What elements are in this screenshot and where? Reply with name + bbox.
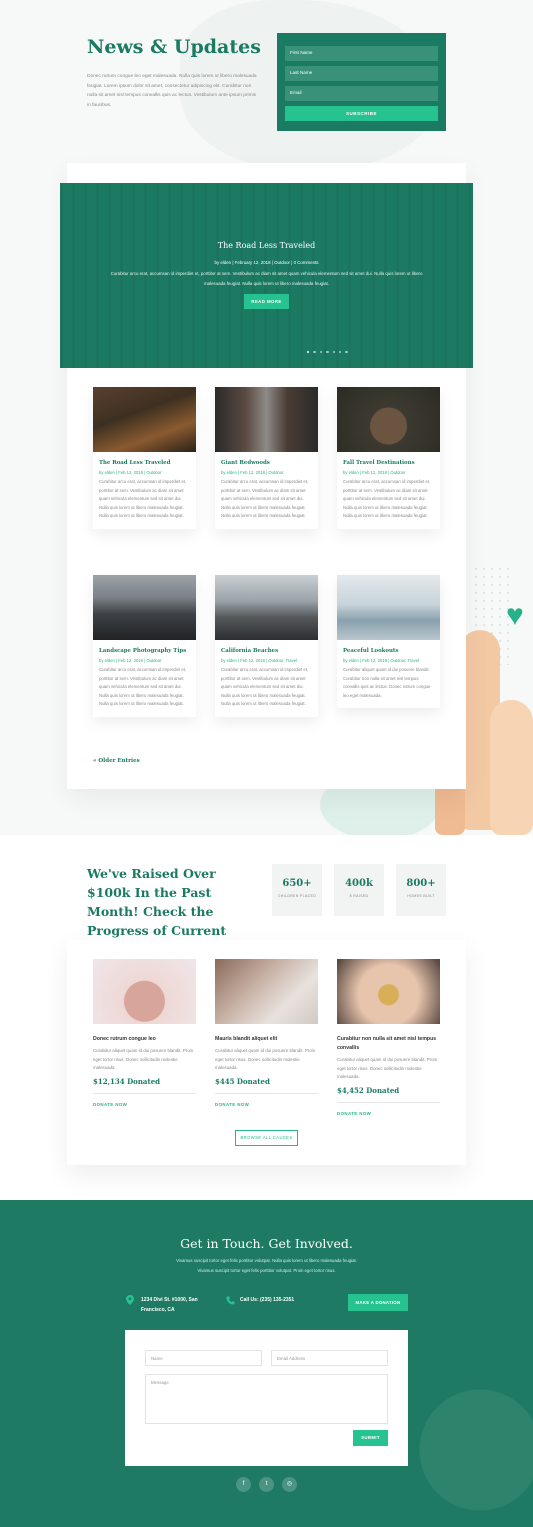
cause-title[interactable]: Mauris blandit aliquet elit <box>215 1035 318 1044</box>
cause-excerpt: Curabitur aliquet quam id dui posuere bl… <box>215 1048 316 1070</box>
stat-value: 650+ <box>282 878 312 889</box>
post-excerpt: Curabitur arcu erat, accumsan id imperdi… <box>99 667 187 706</box>
contact-description: Vivamus suscipit tortor eget felis portt… <box>176 1258 357 1273</box>
slide-title[interactable]: The Road Less Traveled <box>60 241 473 250</box>
read-more-button[interactable]: READ MORE <box>244 294 289 309</box>
address: 1234 Divi St. #1000, San Francisco, CA <box>141 1295 216 1315</box>
blog-post[interactable]: Landscape Photography Tips by elden | Fe… <box>93 575 196 717</box>
cause-excerpt: Curabitur aliquet quam id dui posuere bl… <box>337 1057 438 1079</box>
post-image-forest-path[interactable] <box>93 387 196 452</box>
slider-dot[interactable] <box>332 351 335 354</box>
location-pin-icon <box>126 1295 134 1305</box>
cause-title[interactable]: Donec rutrum congue leo <box>93 1035 196 1044</box>
message-textarea[interactable]: Message <box>145 1374 388 1424</box>
facebook-icon[interactable]: f <box>236 1477 251 1492</box>
stat-box: 800+ HOMES BUILT <box>396 864 446 916</box>
donate-now-link[interactable]: DONATE NOW <box>215 1102 318 1107</box>
blog-post[interactable]: Peaceful Lookouts by elden | Feb 12, 201… <box>337 575 440 708</box>
address-line: 1234 Divi St. #1000, San <box>141 1297 198 1303</box>
post-image-redwoods[interactable] <box>215 387 318 452</box>
slider-dots[interactable] <box>307 351 348 354</box>
blog-post[interactable]: California Beaches by elden | Feb 12, 20… <box>215 575 318 717</box>
stat-box: 400k $ RAISED <box>334 864 384 916</box>
slider-dot[interactable] <box>345 351 348 354</box>
post-title[interactable]: Fall Travel Destinations <box>343 460 434 466</box>
intro-text: Donec rutrum congue leo eget malesuada. … <box>87 74 257 108</box>
contact-title: Get in Touch. Get Involved. <box>180 1236 353 1251</box>
instagram-icon[interactable]: ◎ <box>282 1477 297 1492</box>
cause-excerpt: Curabitur aliquet quam id dui posuere bl… <box>93 1048 194 1070</box>
make-donation-button[interactable]: MAKE A DONATION <box>348 1294 408 1311</box>
stat-label: HOMES BUILT <box>407 894 435 898</box>
blog-post[interactable]: The Road Less Traveled by elden | Feb 12… <box>93 387 196 529</box>
phone-icon <box>226 1296 235 1305</box>
cause-item: Curabitur non nulla sit amet nisl tempus… <box>337 959 440 1116</box>
cause-image-bird-hands[interactable] <box>93 959 196 1024</box>
browse-all-causes-button[interactable]: BROWSE ALL CAUSES <box>235 1130 298 1146</box>
phone-number[interactable]: Call Us: (235) 135-2351 <box>240 1295 294 1305</box>
email-input[interactable]: Email Address <box>271 1350 388 1366</box>
address-line: Francisco, CA <box>141 1307 175 1313</box>
post-image-mountains[interactable] <box>93 575 196 640</box>
slider-dot[interactable] <box>319 351 323 354</box>
cause-image-hands-bread[interactable] <box>337 959 440 1024</box>
older-entries-link[interactable]: « Older Entries <box>93 758 140 764</box>
post-meta: by elden | Feb 12, 2018 | Outdoor, Trave… <box>221 658 297 663</box>
post-title[interactable]: The Road Less Traveled <box>99 460 190 466</box>
slide-excerpt: Curabitur arcu erat, accumsan id imperdi… <box>110 271 423 286</box>
post-image-pinecone[interactable] <box>337 387 440 452</box>
slide-meta: by elden | February 12, 2018 | Outdoor |… <box>214 260 319 265</box>
post-excerpt: Curabitur arcu erat, accumsan id imperdi… <box>221 479 309 518</box>
cause-donated: $12,134 Donated <box>93 1077 196 1094</box>
first-name-input[interactable]: First Name <box>285 46 438 61</box>
twitter-icon[interactable]: t <box>259 1477 274 1492</box>
stat-label: $ RAISED <box>349 894 369 898</box>
post-image-beach-rocks[interactable] <box>215 575 318 640</box>
featured-slider: The Road Less Traveled by elden | Februa… <box>60 183 473 368</box>
post-meta: by elden | Feb 12, 2018 | Outdoor <box>221 470 284 475</box>
newsletter-form: First Name Last Name Email SUBSCRIBE <box>277 33 446 131</box>
stat-value: 800+ <box>406 878 436 889</box>
email-input[interactable]: Email <box>285 86 438 101</box>
blog-post[interactable]: Fall Travel Destinations by elden | Feb … <box>337 387 440 529</box>
slider-dot[interactable] <box>307 351 310 354</box>
donate-now-link[interactable]: DONATE NOW <box>93 1102 196 1107</box>
cause-donated: $445 Donated <box>215 1077 318 1094</box>
post-excerpt: Curabitur aliquet quam id dui posuere bl… <box>343 667 431 698</box>
cause-donated: $4,452 Donated <box>337 1086 440 1103</box>
cause-item: Mauris blandit aliquet elit Curabitur al… <box>215 959 318 1107</box>
post-image-pier[interactable] <box>337 575 440 640</box>
post-title[interactable]: Giant Redwoods <box>221 460 312 466</box>
post-meta: by elden | Feb 12, 2018 | Outdoor <box>99 470 162 475</box>
stat-value: 400k <box>345 878 373 889</box>
post-excerpt: Curabitur arcu erat, accumsan id imperdi… <box>99 479 187 518</box>
slider-dot[interactable] <box>313 351 316 354</box>
post-title[interactable]: California Beaches <box>221 648 312 654</box>
last-name-input[interactable]: Last Name <box>285 66 438 81</box>
name-input[interactable]: Name <box>145 1350 262 1366</box>
post-title[interactable]: Peaceful Lookouts <box>343 648 434 654</box>
cause-title[interactable]: Curabitur non nulla sit amet nisl tempus… <box>337 1035 440 1053</box>
post-meta: by elden | Feb 12, 2018 | Outdoor, Trave… <box>343 658 419 663</box>
slider-dot[interactable] <box>338 351 342 354</box>
page-title: News & Updates <box>87 36 261 58</box>
post-excerpt: Curabitur arcu erat, accumsan id imperdi… <box>221 667 309 706</box>
donate-now-link[interactable]: DONATE NOW <box>337 1111 440 1116</box>
post-title[interactable]: Landscape Photography Tips <box>99 648 190 654</box>
slider-dot[interactable] <box>326 351 329 354</box>
submit-button[interactable]: SUBMIT <box>353 1430 388 1446</box>
cause-image-child-writing[interactable] <box>215 959 318 1024</box>
heart-icon: ♥ <box>506 599 524 632</box>
stat-box: 650+ CHILDREN PLACED <box>272 864 322 916</box>
stat-label: CHILDREN PLACED <box>277 894 317 898</box>
blog-post[interactable]: Giant Redwoods by elden | Feb 12, 2018 |… <box>215 387 318 529</box>
cause-item: Donec rutrum congue leo Curabitur alique… <box>93 959 196 1107</box>
subscribe-button[interactable]: SUBSCRIBE <box>285 106 438 121</box>
post-excerpt: Curabitur arcu erat, accumsan id imperdi… <box>343 479 431 518</box>
post-meta: by elden | Feb 12, 2018 | Outdoor <box>343 470 406 475</box>
post-meta: by elden | Feb 12, 2018 | Outdoor <box>99 658 162 663</box>
